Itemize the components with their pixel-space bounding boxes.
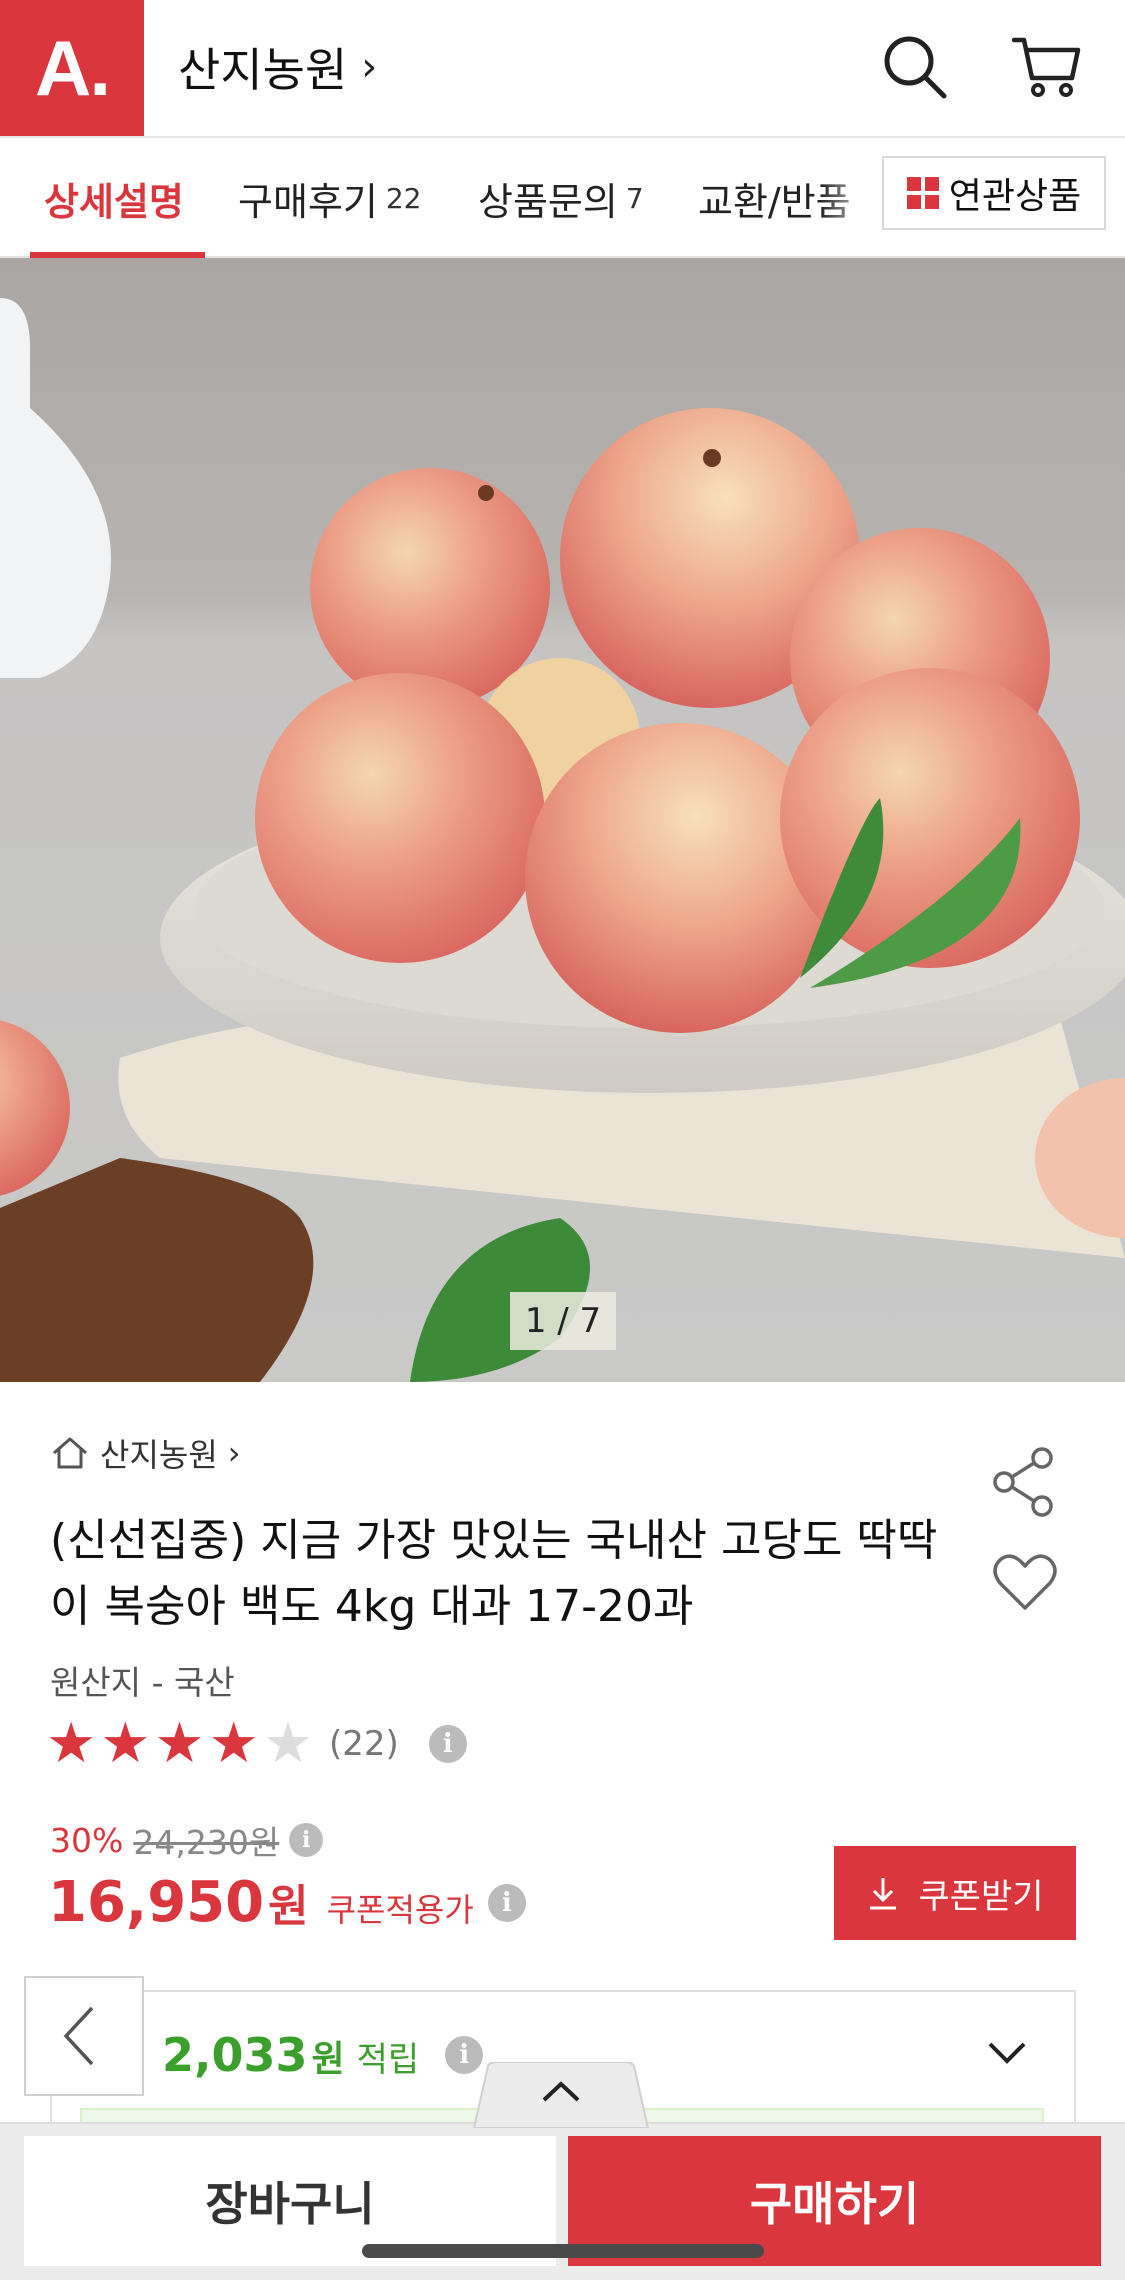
points-text: 2,033 원 적립 i: [162, 2028, 484, 2082]
star-filled-icon: ★: [100, 1711, 151, 1776]
get-coupon-label: 쿠폰받기: [918, 1876, 1044, 1917]
product-title: (신선집중) 지금 가장 맛있는 국내산 고당도 딱딱이 복숭아 백도 4kg …: [50, 1515, 938, 1632]
star-filled-icon: ★: [208, 1711, 259, 1776]
rating[interactable]: ★ ★ ★ ★ ★ (22) i: [46, 1716, 467, 1772]
image-counter: 1 / 7: [510, 1292, 616, 1350]
home-icon: [53, 1437, 87, 1469]
home-indicator[interactable]: [362, 2244, 764, 2258]
tab-scroll-fade: [820, 140, 880, 256]
product-origin: 원산지 - 국산: [50, 1663, 235, 1702]
share-icon[interactable]: [990, 1446, 1060, 1518]
tab-inquiries-count: 7: [625, 181, 644, 215]
get-coupon-button[interactable]: 쿠폰받기: [834, 1846, 1076, 1940]
product-image-carousel[interactable]: 1 / 7: [0, 258, 1125, 1382]
info-icon[interactable]: i: [428, 1725, 467, 1763]
tab-reviews[interactable]: 구매후기 22: [238, 138, 421, 258]
star-empty-icon: ★: [262, 1711, 314, 1776]
points-label: 적립: [356, 2040, 420, 2080]
download-icon: [870, 1878, 897, 1910]
tab-detail-label: 상세설명: [44, 179, 184, 224]
store-name-label: 산지농원: [178, 43, 348, 97]
info-icon[interactable]: i: [289, 1823, 324, 1857]
info-icon[interactable]: i: [487, 1883, 526, 1922]
tab-detail[interactable]: 상세설명: [44, 138, 184, 258]
chevron-right-icon: ›: [361, 44, 378, 90]
star-filled-icon: ★: [154, 1711, 205, 1776]
points-unit: 원: [311, 2039, 345, 2080]
heart-icon[interactable]: [992, 1552, 1058, 1614]
review-count: (22): [329, 1724, 399, 1764]
cart-icon[interactable]: [1010, 30, 1084, 104]
add-to-cart-label: 장바구니: [205, 2177, 375, 2231]
sale-price-row: 16,950 원 쿠폰적용가 i: [48, 1870, 526, 1935]
discount-row: 30% 24,230원 i: [50, 1816, 324, 1864]
discount-percent: 30%: [50, 1820, 124, 1860]
top-header: A. 산지농원 ›: [0, 0, 1125, 138]
star-filled-icon: ★: [46, 1711, 97, 1776]
sale-price: 16,950: [48, 1870, 265, 1935]
chevron-right-icon: ›: [227, 1434, 241, 1472]
breadcrumb[interactable]: 산지농원 ›: [50, 1430, 241, 1476]
chevron-down-icon[interactable]: [982, 2032, 1032, 2072]
product-photo: [0, 298, 1125, 1382]
store-name-link[interactable]: 산지농원 ›: [178, 34, 377, 100]
related-products-button[interactable]: 연관상품: [882, 156, 1106, 230]
points-amount: 2,033: [162, 2028, 308, 2082]
app-logo[interactable]: A.: [0, 0, 144, 136]
grid-icon: [906, 177, 939, 209]
original-price: 24,230원: [133, 1823, 280, 1862]
buy-now-label: 구매하기: [749, 2177, 920, 2231]
expand-panel-handle[interactable]: [466, 2062, 656, 2128]
back-button[interactable]: [24, 1976, 144, 2096]
tab-reviews-label: 구매후기: [238, 179, 378, 224]
search-icon[interactable]: [878, 30, 952, 104]
sale-price-unit: 원: [268, 1881, 309, 1932]
tab-inquiries[interactable]: 상품문의 7: [478, 138, 644, 258]
coupon-price-label: 쿠폰적용가: [326, 1891, 474, 1929]
image-counter-text: 1 / 7: [524, 1301, 602, 1341]
breadcrumb-store: 산지농원: [100, 1436, 218, 1474]
logo-text: A.: [35, 23, 111, 112]
tab-inquiries-label: 상품문의: [478, 179, 618, 224]
related-products-label: 연관상품: [948, 176, 1082, 217]
tab-reviews-count: 22: [385, 181, 422, 215]
chevron-left-icon: [63, 2006, 94, 2066]
